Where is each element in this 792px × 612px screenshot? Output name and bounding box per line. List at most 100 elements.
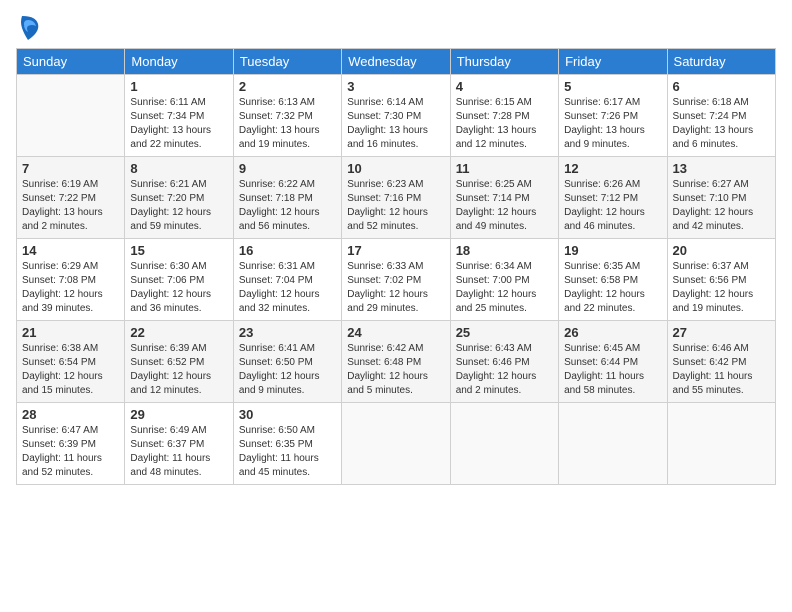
calendar-cell: 30Sunrise: 6:50 AMSunset: 6:35 PMDayligh… — [233, 403, 341, 485]
day-number: 2 — [239, 79, 336, 94]
calendar-table: SundayMondayTuesdayWednesdayThursdayFrid… — [16, 48, 776, 485]
calendar-cell — [342, 403, 450, 485]
calendar-cell: 12 Sunrise: 6:26 AMSunset: 7:12 PMDayligh… — [559, 157, 667, 239]
day-info: Sunrise: 6:41 AMSunset: 6:50 PMDaylight:… — [239, 342, 336, 398]
week-row-2: 7 Sunrise: 6:19 AMSunset: 7:22 PMDaylight… — [17, 157, 776, 239]
calendar-cell: 29 Sunrise: 6:49 AMSunset: 6:37 PMDayligh… — [125, 403, 233, 485]
day-info: Sunrise: 6:49 AMSunset: 6:37 PMDaylight:… — [130, 424, 227, 480]
weekday-header-monday: Monday — [125, 49, 233, 75]
day-info: Sunrise: 6:11 AMSunset: 7:34 PMDaylight:… — [130, 96, 227, 152]
logo-icon — [18, 14, 40, 42]
calendar-cell: 25 Sunrise: 6:43 AMSunset: 6:46 PMDayligh… — [450, 321, 558, 403]
weekday-header-thursday: Thursday — [450, 49, 558, 75]
day-number: 24 — [347, 325, 444, 340]
day-info: Sunrise: 6:21 AMSunset: 7:20 PMDaylight:… — [130, 178, 227, 234]
day-number: 13 — [673, 161, 770, 176]
calendar-cell: 21 Sunrise: 6:38 AMSunset: 6:54 PMDayligh… — [17, 321, 125, 403]
calendar-cell: 20 Sunrise: 6:37 AMSunset: 6:56 PMDayligh… — [667, 239, 775, 321]
day-number: 7 — [22, 161, 119, 176]
day-info: Sunrise: 6:47 AMSunset: 6:39 PMDaylight:… — [22, 424, 119, 480]
week-row-5: 28 Sunrise: 6:47 AMSunset: 6:39 PMDayligh… — [17, 403, 776, 485]
day-number: 9 — [239, 161, 336, 176]
calendar-cell: 10 Sunrise: 6:23 AMSunset: 7:16 PMDayligh… — [342, 157, 450, 239]
day-number: 29 — [130, 407, 227, 422]
calendar-cell: 16 Sunrise: 6:31 AMSunset: 7:04 PMDayligh… — [233, 239, 341, 321]
calendar-cell — [667, 403, 775, 485]
week-row-3: 14Sunrise: 6:29 AMSunset: 7:08 PMDayligh… — [17, 239, 776, 321]
day-number: 28 — [22, 407, 119, 422]
day-info: Sunrise: 6:19 AMSunset: 7:22 PMDaylight:… — [22, 178, 119, 234]
day-number: 16 — [239, 243, 336, 258]
calendar-cell: 2Sunrise: 6:13 AMSunset: 7:32 PMDaylight… — [233, 75, 341, 157]
calendar-cell: 4 Sunrise: 6:15 AMSunset: 7:28 PMDaylight… — [450, 75, 558, 157]
day-number: 18 — [456, 243, 553, 258]
weekday-header-row: SundayMondayTuesdayWednesdayThursdayFrid… — [17, 49, 776, 75]
weekday-header-saturday: Saturday — [667, 49, 775, 75]
header — [16, 10, 776, 42]
day-info: Sunrise: 6:34 AMSunset: 7:00 PMDaylight:… — [456, 260, 553, 316]
day-number: 12 — [564, 161, 661, 176]
day-info: Sunrise: 6:43 AMSunset: 6:46 PMDaylight:… — [456, 342, 553, 398]
calendar-cell: 26 Sunrise: 6:45 AMSunset: 6:44 PMDayligh… — [559, 321, 667, 403]
day-info: Sunrise: 6:30 AMSunset: 7:06 PMDaylight:… — [130, 260, 227, 316]
day-number: 21 — [22, 325, 119, 340]
day-number: 19 — [564, 243, 661, 258]
day-number: 15 — [130, 243, 227, 258]
day-info: Sunrise: 6:46 AMSunset: 6:42 PMDaylight:… — [673, 342, 770, 398]
day-number: 22 — [130, 325, 227, 340]
day-info: Sunrise: 6:27 AMSunset: 7:10 PMDaylight:… — [673, 178, 770, 234]
day-info: Sunrise: 6:45 AMSunset: 6:44 PMDaylight:… — [564, 342, 661, 398]
day-info: Sunrise: 6:37 AMSunset: 6:56 PMDaylight:… — [673, 260, 770, 316]
day-info: Sunrise: 6:15 AMSunset: 7:28 PMDaylight:… — [456, 96, 553, 152]
day-number: 10 — [347, 161, 444, 176]
calendar-cell: 23 Sunrise: 6:41 AMSunset: 6:50 PMDayligh… — [233, 321, 341, 403]
day-info: Sunrise: 6:42 AMSunset: 6:48 PMDaylight:… — [347, 342, 444, 398]
weekday-header-sunday: Sunday — [17, 49, 125, 75]
day-number: 23 — [239, 325, 336, 340]
day-number: 26 — [564, 325, 661, 340]
day-info: Sunrise: 6:50 AMSunset: 6:35 PMDaylight:… — [239, 424, 336, 480]
calendar-cell: 28 Sunrise: 6:47 AMSunset: 6:39 PMDayligh… — [17, 403, 125, 485]
calendar-cell — [17, 75, 125, 157]
calendar-cell — [450, 403, 558, 485]
calendar-cell: 18 Sunrise: 6:34 AMSunset: 7:00 PMDayligh… — [450, 239, 558, 321]
day-info: Sunrise: 6:17 AMSunset: 7:26 PMDaylight:… — [564, 96, 661, 152]
logo — [16, 14, 40, 42]
day-info: Sunrise: 6:35 AMSunset: 6:58 PMDaylight:… — [564, 260, 661, 316]
day-number: 11 — [456, 161, 553, 176]
calendar-cell: 27 Sunrise: 6:46 AMSunset: 6:42 PMDayligh… — [667, 321, 775, 403]
day-number: 27 — [673, 325, 770, 340]
day-number: 25 — [456, 325, 553, 340]
day-info: Sunrise: 6:26 AMSunset: 7:12 PMDaylight:… — [564, 178, 661, 234]
day-number: 8 — [130, 161, 227, 176]
page: SundayMondayTuesdayWednesdayThursdayFrid… — [0, 0, 792, 612]
calendar-cell: 14Sunrise: 6:29 AMSunset: 7:08 PMDayligh… — [17, 239, 125, 321]
calendar-cell: 3 Sunrise: 6:14 AMSunset: 7:30 PMDaylight… — [342, 75, 450, 157]
day-info: Sunrise: 6:39 AMSunset: 6:52 PMDaylight:… — [130, 342, 227, 398]
weekday-header-wednesday: Wednesday — [342, 49, 450, 75]
day-number: 4 — [456, 79, 553, 94]
day-number: 20 — [673, 243, 770, 258]
calendar-cell: 19 Sunrise: 6:35 AMSunset: 6:58 PMDayligh… — [559, 239, 667, 321]
calendar-cell: 13 Sunrise: 6:27 AMSunset: 7:10 PMDayligh… — [667, 157, 775, 239]
day-number: 3 — [347, 79, 444, 94]
week-row-4: 21 Sunrise: 6:38 AMSunset: 6:54 PMDayligh… — [17, 321, 776, 403]
calendar-cell: 5 Sunrise: 6:17 AMSunset: 7:26 PMDaylight… — [559, 75, 667, 157]
calendar-cell: 9Sunrise: 6:22 AMSunset: 7:18 PMDaylight… — [233, 157, 341, 239]
calendar-cell: 7 Sunrise: 6:19 AMSunset: 7:22 PMDaylight… — [17, 157, 125, 239]
calendar-cell: 22 Sunrise: 6:39 AMSunset: 6:52 PMDayligh… — [125, 321, 233, 403]
day-info: Sunrise: 6:38 AMSunset: 6:54 PMDaylight:… — [22, 342, 119, 398]
day-number: 14 — [22, 243, 119, 258]
day-info: Sunrise: 6:23 AMSunset: 7:16 PMDaylight:… — [347, 178, 444, 234]
day-number: 5 — [564, 79, 661, 94]
day-number: 6 — [673, 79, 770, 94]
day-info: Sunrise: 6:31 AMSunset: 7:04 PMDaylight:… — [239, 260, 336, 316]
day-number: 17 — [347, 243, 444, 258]
calendar-cell: 11 Sunrise: 6:25 AMSunset: 7:14 PMDayligh… — [450, 157, 558, 239]
calendar-cell: 8 Sunrise: 6:21 AMSunset: 7:20 PMDaylight… — [125, 157, 233, 239]
weekday-header-friday: Friday — [559, 49, 667, 75]
day-info: Sunrise: 6:18 AMSunset: 7:24 PMDaylight:… — [673, 96, 770, 152]
day-info: Sunrise: 6:25 AMSunset: 7:14 PMDaylight:… — [456, 178, 553, 234]
day-info: Sunrise: 6:14 AMSunset: 7:30 PMDaylight:… — [347, 96, 444, 152]
calendar-cell: 17Sunrise: 6:33 AMSunset: 7:02 PMDayligh… — [342, 239, 450, 321]
